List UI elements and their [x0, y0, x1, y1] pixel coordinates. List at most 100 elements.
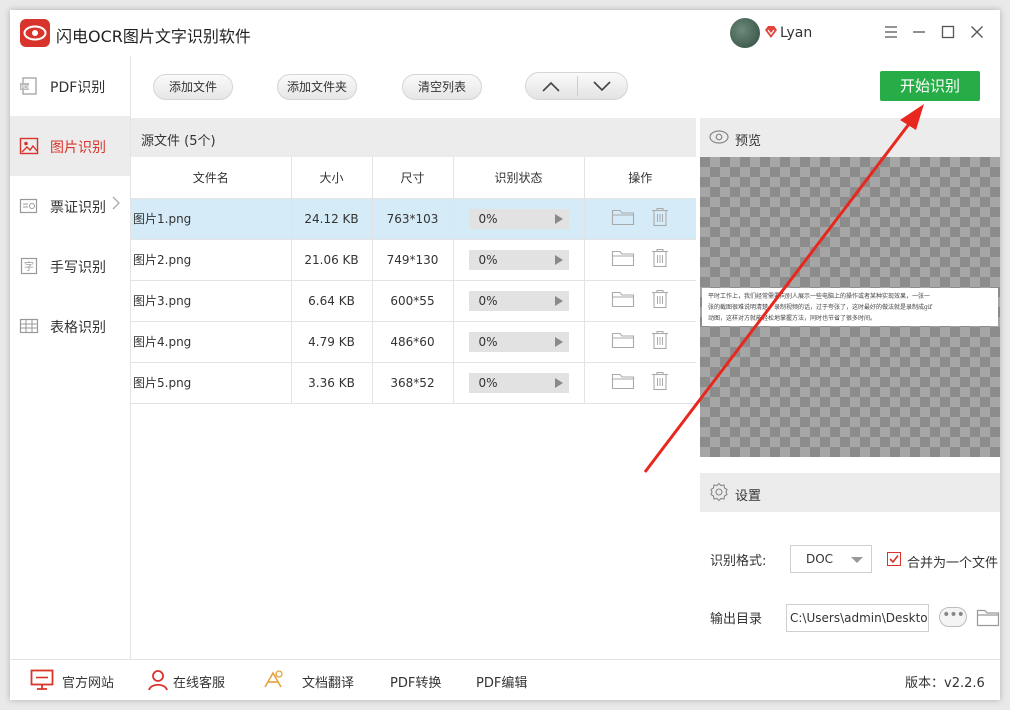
source-files-count: 源文件 (5个) — [141, 134, 216, 149]
username[interactable]: Lyan — [780, 25, 812, 41]
format-value: DOC — [806, 552, 834, 566]
actions-cell — [584, 239, 696, 281]
merge-label[interactable]: 合并为一个文件 — [907, 552, 998, 571]
app-window: 闪电OCR图片文字识别软件 Lyan PDF PDF识别 图片识别 票证识别 字… — [10, 10, 1000, 700]
format-select[interactable]: DOC — [790, 545, 872, 573]
file-size: 21.06 KB — [291, 239, 373, 281]
file-name: 图片5.png — [131, 362, 292, 404]
status-cell: 0% — [453, 239, 585, 281]
open-folder-icon[interactable] — [611, 290, 635, 311]
status-cell: 0% — [453, 198, 585, 240]
maximize-button[interactable] — [937, 21, 959, 43]
checkmark-icon — [889, 555, 899, 564]
eye-icon — [709, 130, 729, 144]
file-dimensions: 763*103 — [372, 198, 454, 240]
file-dimensions: 749*130 — [372, 239, 454, 281]
open-folder-icon[interactable] — [611, 249, 635, 270]
play-icon[interactable] — [554, 254, 563, 265]
sidebar-item-image[interactable]: 图片识别 — [10, 116, 130, 176]
open-folder-icon[interactable] — [611, 372, 635, 393]
merge-checkbox[interactable] — [887, 552, 901, 566]
pdf-convert-link[interactable]: PDF转换 — [390, 672, 441, 691]
doc-translate-link[interactable]: 文档翻译 — [302, 672, 354, 691]
file-dimensions: 600*55 — [372, 280, 454, 322]
sidebar-item-label: 表格识别 — [50, 320, 106, 336]
play-icon[interactable] — [554, 295, 563, 306]
close-button[interactable] — [966, 21, 988, 43]
file-dimensions: 486*60 — [372, 321, 454, 363]
clear-list-button[interactable]: 清空列表 — [402, 74, 482, 100]
table-row[interactable]: 图片4.png 4.79 KB 486*60 0% — [131, 321, 696, 363]
play-icon[interactable] — [554, 213, 563, 224]
sidebar-item-table[interactable]: 表格识别 — [10, 296, 130, 356]
output-path-field[interactable]: C:\Users\admin\Desktop — [786, 604, 929, 632]
avatar[interactable] — [730, 18, 760, 48]
version-label: 版本：v2.2.6 — [905, 676, 985, 691]
output-dir-label: 输出目录 — [710, 612, 763, 627]
official-website-link[interactable]: 官方网站 — [62, 672, 114, 691]
file-size: 3.36 KB — [291, 362, 373, 404]
open-folder-icon[interactable] — [976, 607, 1000, 627]
file-list-panel: 源文件 (5个) 文件名 大小 尺寸 识别状态 操作 图片1.png 24.12 … — [131, 118, 696, 659]
online-support-link[interactable]: 在线客服 — [173, 672, 225, 691]
column-header[interactable]: 大小 — [291, 157, 373, 199]
table-row[interactable]: 图片2.png 21.06 KB 749*130 0% — [131, 239, 696, 281]
column-header[interactable]: 识别状态 — [453, 157, 585, 199]
table-row[interactable]: 图片3.png 6.64 KB 600*55 0% — [131, 280, 696, 322]
svg-text:字: 字 — [24, 260, 34, 273]
progress-text: 0% — [478, 211, 498, 226]
actions-cell — [584, 362, 696, 404]
open-folder-icon[interactable] — [611, 331, 635, 352]
add-file-button[interactable]: 添加文件 — [153, 74, 233, 100]
delete-icon[interactable] — [651, 248, 669, 271]
status-cell: 0% — [453, 280, 585, 322]
progress-bar: 0% — [468, 290, 569, 311]
sidebar-item-pdf[interactable]: PDF PDF识别 — [10, 56, 130, 116]
progress-text: 0% — [478, 334, 498, 349]
sidebar-item-label: PDF识别 — [50, 80, 106, 96]
table-row[interactable]: 图片1.png 24.12 KB 763*103 0% — [131, 198, 696, 240]
progress-text: 0% — [478, 293, 498, 308]
settings-header: 设置 — [700, 473, 1000, 512]
preview-text-line: 张的截图很难说明清楚，录制视频的话，过于夸张了，这时最好的做法就是录制成gif — [708, 304, 932, 311]
settings-title: 设置 — [735, 489, 762, 504]
file-name: 图片1.png — [131, 198, 292, 240]
delete-icon[interactable] — [651, 330, 669, 353]
app-logo-icon — [20, 19, 50, 47]
app-title: 闪电OCR图片文字识别软件 — [56, 27, 251, 46]
sidebar-item-ticket[interactable]: 票证识别 — [10, 176, 130, 236]
delete-icon[interactable] — [651, 289, 669, 312]
pdf-icon: PDF — [20, 77, 37, 95]
column-header[interactable]: 文件名 — [131, 157, 292, 199]
delete-icon[interactable] — [651, 207, 669, 230]
menu-icon — [885, 26, 897, 38]
menu-button[interactable] — [880, 21, 902, 43]
progress-bar: 0% — [468, 208, 569, 229]
table-row[interactable]: 图片5.png 3.36 KB 368*52 0% — [131, 362, 696, 404]
browse-button[interactable]: ••• — [939, 607, 967, 627]
progress-text: 0% — [478, 375, 498, 390]
delete-icon[interactable] — [651, 371, 669, 394]
start-recognition-button[interactable]: 开始识别 — [880, 71, 980, 101]
file-dimensions: 368*52 — [372, 362, 454, 404]
move-up-icon[interactable] — [542, 81, 560, 92]
pdf-edit-link[interactable]: PDF编辑 — [476, 672, 527, 691]
column-header[interactable]: 尺寸 — [372, 157, 454, 199]
minimize-button[interactable] — [908, 21, 930, 43]
source-files-header: 源文件 (5个) — [131, 118, 696, 157]
chevron-down-icon — [851, 557, 863, 563]
play-icon[interactable] — [554, 336, 563, 347]
actions-cell — [584, 198, 696, 240]
sidebar-item-handwriting[interactable]: 字 手写识别 — [10, 236, 130, 296]
move-down-icon[interactable] — [593, 81, 611, 92]
play-icon[interactable] — [554, 377, 563, 388]
sidebar-item-label: 图片识别 — [50, 140, 106, 156]
table-icon — [19, 318, 39, 334]
add-folder-button[interactable]: 添加文件夹 — [277, 74, 357, 100]
output-path-value: C:\Users\admin\Desktop — [790, 611, 929, 625]
open-folder-icon[interactable] — [611, 208, 635, 229]
file-size: 4.79 KB — [291, 321, 373, 363]
preview-header: 预览 — [700, 118, 1000, 157]
actions-cell — [584, 280, 696, 322]
format-label: 识别格式: — [710, 554, 767, 569]
